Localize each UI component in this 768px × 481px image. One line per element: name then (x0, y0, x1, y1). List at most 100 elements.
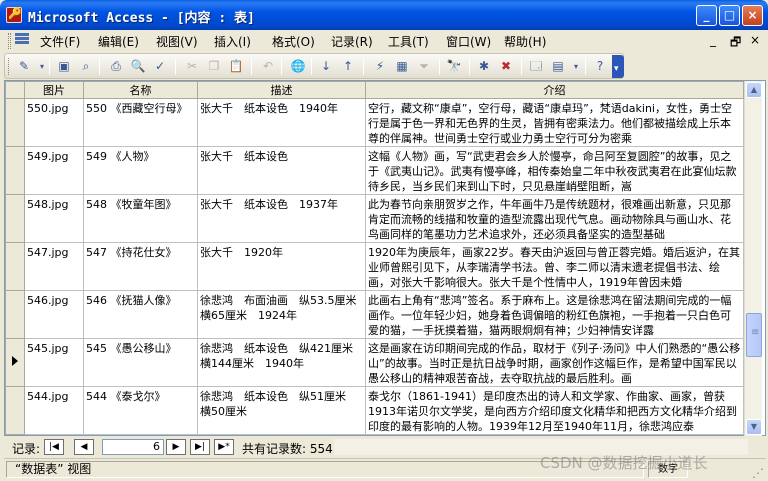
cell-introduction[interactable]: 此画右上角有“悲鸿”签名。系于麻布上。这是徐悲鸿在留法期间完成的一幅画作。一位年… (365, 290, 744, 339)
cell-picture[interactable]: 547.jpg (24, 242, 84, 291)
cell-description[interactable]: 徐悲鸿 布面油画 1947年 (197, 434, 366, 435)
column-header-picture[interactable]: 图片 (24, 81, 84, 99)
design-view-icon[interactable]: ✎ (15, 58, 33, 75)
cell-picture[interactable]: 546.jpg (24, 290, 84, 339)
filter-by-selection-icon[interactable]: ⚡ (371, 58, 389, 75)
previous-record-button[interactable]: ◀ (74, 439, 94, 455)
cell-name[interactable]: 549 《人物》 (83, 146, 198, 195)
copy-icon[interactable]: ❐ (205, 58, 223, 75)
hyperlink-icon[interactable]: 🌐 (289, 58, 307, 75)
cell-name[interactable]: 543 《徐悲鸿夫人 (83, 434, 198, 435)
access-app-icon[interactable] (6, 7, 22, 23)
find-icon[interactable]: 🔭 (445, 58, 463, 75)
next-record-button[interactable]: ▶ (166, 439, 186, 455)
cell-name[interactable]: 548 《牧童年图》 (83, 194, 198, 243)
cell-introduction[interactable]: 泰戈尔（1861-1941）是印度杰出的诗人和文学家、作曲家、画家，曾获1913… (365, 386, 744, 435)
scroll-thumb[interactable] (746, 313, 762, 357)
new-record-nav-button[interactable]: ▶* (214, 439, 234, 455)
cell-introduction[interactable]: 这幅《人物》画，写“武吏君会乡人於慢亭，命吕阿至复圆腔”的故事，见之于《武夷山记… (365, 146, 744, 195)
cell-description[interactable]: 张大千 纸本设色 1940年 (197, 98, 366, 147)
first-record-button[interactable]: |◀ (44, 439, 64, 455)
help-icon[interactable]: ? (591, 58, 609, 75)
cell-picture[interactable]: 549.jpg (24, 146, 84, 195)
menu-tools[interactable]: 工具(T) (388, 33, 429, 50)
cell-introduction[interactable]: 徐悲鸿与廖静文于1943年订婚，1946年1月结婚，这幅题为《徐悲鸿夫 (365, 434, 744, 435)
cell-description[interactable]: 张大千 纸本设色 (197, 146, 366, 195)
record-selector[interactable] (5, 434, 25, 435)
menu-records[interactable]: 记录(R) (331, 33, 373, 50)
record-selector[interactable] (5, 146, 25, 195)
spelling-icon[interactable]: ✓ (151, 58, 169, 75)
cell-picture[interactable]: 550.jpg (24, 98, 84, 147)
menubar-grip[interactable] (8, 33, 11, 49)
menu-edit[interactable]: 编辑(E) (98, 33, 139, 50)
record-selector[interactable] (5, 338, 25, 387)
resize-grip[interactable] (752, 466, 764, 480)
filter-by-form-icon[interactable]: ▦ (393, 58, 411, 75)
table-document-icon[interactable] (15, 33, 29, 47)
minimize-button[interactable]: _ (696, 5, 717, 26)
record-selector[interactable] (5, 98, 25, 147)
cut-icon[interactable]: ✂ (183, 58, 201, 75)
cell-introduction[interactable]: 这是画家在访印期间完成的作品，取材于《列子·汤问》中人们熟悉的“愚公移山”的故事… (365, 338, 744, 387)
cell-picture[interactable]: 545.jpg (24, 338, 84, 387)
table-row[interactable]: 548.jpg 548 《牧童年图》 张大千 纸本设色 1937年 此为春节向亲朋贺岁… (5, 194, 744, 243)
sort-ascending-icon[interactable]: ↓ (317, 58, 335, 75)
mdi-minimize-button[interactable]: _ (710, 33, 716, 47)
apply-filter-icon[interactable]: ⏷ (415, 58, 433, 75)
paste-icon[interactable]: 📋 (227, 58, 245, 75)
cell-name[interactable]: 547 《持花仕女》 (83, 242, 198, 291)
menu-insert[interactable]: 插入(I) (214, 33, 251, 50)
cell-description[interactable]: 张大千 纸本设色 1937年 (197, 194, 366, 243)
last-record-button[interactable]: ▶| (190, 439, 210, 455)
table-row[interactable]: 545.jpg 545 《愚公移山》 徐悲鸿 纸本设色 纵421厘米 横144厘米 … (5, 338, 744, 387)
vertical-scrollbar[interactable]: ▲ ▼ (744, 81, 762, 436)
cell-introduction[interactable]: 此为春节向亲朋贺岁之作，牛年画牛乃是传统题材，很难画出新意，只见那肯定而流畅的线… (365, 194, 744, 243)
cell-description[interactable]: 张大千 1920年 (197, 242, 366, 291)
cell-name[interactable]: 545 《愚公移山》 (83, 338, 198, 387)
new-object-dropdown-icon[interactable]: ▾ (567, 58, 585, 75)
table-row[interactable]: 549.jpg 549 《人物》 张大千 纸本设色 这幅《人物》画，写“武吏君会乡人於… (5, 146, 744, 195)
column-header-introduction[interactable]: 介绍 (365, 81, 744, 99)
cell-name[interactable]: 544 《泰戈尔》 (83, 386, 198, 435)
cell-name[interactable]: 546 《抚猫人像》 (83, 290, 198, 339)
column-header-description[interactable]: 描述 (197, 81, 366, 99)
print-preview-icon[interactable]: 🔍 (129, 58, 147, 75)
scroll-up-icon[interactable]: ▲ (746, 82, 762, 98)
menu-help[interactable]: 帮助(H) (504, 33, 546, 50)
table-row[interactable]: 546.jpg 546 《抚猫人像》 徐悲鸿 布面油画 纵53.5厘米 横65厘米 … (5, 290, 744, 339)
table-row[interactable]: 547.jpg 547 《持花仕女》 张大千 1920年 1920年为庚辰年，画家22… (5, 242, 744, 291)
new-object-icon[interactable]: ▤ (549, 58, 567, 75)
delete-record-icon[interactable]: ✖ (497, 58, 515, 75)
cell-description[interactable]: 徐悲鸿 纸本设色 纵421厘米 横144厘米 1940年 (197, 338, 366, 387)
table-row[interactable]: 544.jpg 544 《泰戈尔》 徐悲鸿 纸本设色 纵51厘米 横50厘米 泰戈尔（… (5, 386, 744, 435)
cell-picture[interactable]: 543.jpg (24, 434, 84, 435)
cell-picture[interactable]: 544.jpg (24, 386, 84, 435)
record-selector[interactable] (5, 194, 25, 243)
save-icon[interactable]: ▣ (55, 58, 73, 75)
mdi-restore-button[interactable]: 🗗 (730, 33, 741, 54)
search-file-icon[interactable]: ⌕ (77, 58, 95, 75)
table-row[interactable]: 550.jpg 550 《西藏空行母》 张大千 纸本设色 1940年 空行，藏文称“康… (5, 98, 744, 147)
record-selector[interactable] (5, 290, 25, 339)
cell-introduction[interactable]: 1920年为庚辰年，画家22岁。春天由沪返回与曾正蓉完婚。婚后返沪，在其业师曾熙… (365, 242, 744, 291)
menu-format[interactable]: 格式(O) (272, 33, 315, 50)
cell-description[interactable]: 徐悲鸿 布面油画 纵53.5厘米 横65厘米 1924年 (197, 290, 366, 339)
print-icon[interactable]: ⎙ (107, 58, 125, 75)
database-window-icon[interactable]: 🗔 (527, 58, 545, 75)
table-row[interactable]: 543.jpg543 《徐悲鸿夫人徐悲鸿 布面油画 1947年徐悲鸿与廖静文于1… (5, 434, 744, 435)
new-record-icon[interactable]: ✱ (475, 58, 493, 75)
cell-introduction[interactable]: 空行，藏文称“康卓”，空行母，藏语“康卓玛”，梵语dakini，女性，勇士空行是… (365, 98, 744, 147)
menu-view[interactable]: 视图(V) (156, 33, 198, 50)
menu-window[interactable]: 窗口(W) (446, 33, 491, 50)
cell-description[interactable]: 徐悲鸿 纸本设色 纵51厘米 横50厘米 (197, 386, 366, 435)
current-record-field[interactable]: 6 (102, 439, 164, 455)
cell-picture[interactable]: 548.jpg (24, 194, 84, 243)
column-header-name[interactable]: 名称 (83, 81, 198, 99)
undo-icon[interactable]: ↶ (259, 58, 277, 75)
cell-name[interactable]: 550 《西藏空行母》 (83, 98, 198, 147)
mdi-close-button[interactable]: × (750, 33, 760, 47)
close-button[interactable]: × (742, 5, 763, 26)
scroll-down-icon[interactable]: ▼ (746, 419, 762, 435)
sort-descending-icon[interactable]: ↑ (339, 58, 357, 75)
